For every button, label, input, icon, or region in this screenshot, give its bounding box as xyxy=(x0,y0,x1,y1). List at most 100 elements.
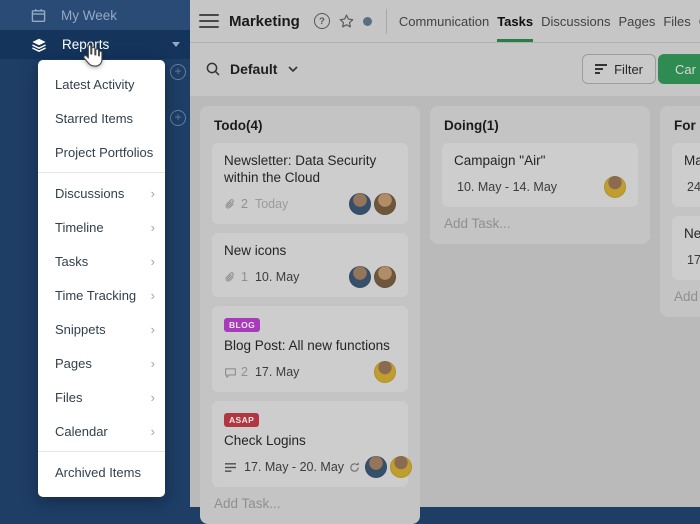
avatar[interactable] xyxy=(349,193,371,215)
sidebar-item-label: Reports xyxy=(62,37,110,52)
task-card[interactable]: Newsletter: Data Security within the Clo… xyxy=(212,143,408,224)
main-content: Marketing ? Communication Tasks Discussion… xyxy=(190,0,700,524)
column-header: Todo(4) xyxy=(214,118,263,133)
label-pill: BLOG xyxy=(224,317,261,332)
menu-item-project-portfolios[interactable]: Project Portfolios xyxy=(38,135,165,169)
chevron-down-icon xyxy=(172,42,180,47)
task-meta: 2 17. May xyxy=(224,361,396,383)
task-card[interactable]: Campaign "Air" 10. May - 14. May xyxy=(442,143,638,207)
assignee-avatars xyxy=(365,456,413,478)
card-view-button[interactable]: Car xyxy=(658,54,700,84)
sidebar-item-my-week[interactable]: My Week xyxy=(0,0,190,30)
add-task-button[interactable]: Add Task... xyxy=(214,496,408,511)
task-title: New icons xyxy=(224,243,287,258)
toolbar: Default Filter Car xyxy=(190,43,700,95)
avatar[interactable] xyxy=(374,361,396,383)
menu-item-latest-activity[interactable]: Latest Activity xyxy=(38,67,165,101)
avatar[interactable] xyxy=(374,193,396,215)
tab-tasks[interactable]: Tasks xyxy=(497,0,533,42)
due-date: 17. May - 20. May xyxy=(244,460,345,474)
help-icon[interactable]: ? xyxy=(313,13,330,29)
attachment-count: 2 xyxy=(241,365,248,379)
task-meta: 17. May - 20. May xyxy=(224,456,413,478)
project-color-dot xyxy=(362,16,372,26)
avatar[interactable] xyxy=(390,456,413,478)
menu-item-label: Latest Activity xyxy=(55,76,135,92)
assignee-avatars xyxy=(349,266,396,288)
task-card[interactable]: New 17. M xyxy=(672,216,700,280)
reports-menu: Latest Activity Starred Items Project Port… xyxy=(38,60,165,497)
due-date: 17. M xyxy=(687,253,700,267)
calendar-icon xyxy=(31,8,46,23)
column-doing-1: Doing(1) Campaign "Air" 10. May - 14. May A… xyxy=(430,106,650,244)
avatar[interactable] xyxy=(349,266,371,288)
submenu-chevron-icon: › xyxy=(150,389,155,405)
task-meta: 1 10. May xyxy=(224,266,396,288)
search-icon[interactable] xyxy=(205,61,221,77)
menu-item-label: Timeline xyxy=(55,219,104,235)
attachment-count: 1 xyxy=(241,270,248,284)
reports-layers-icon xyxy=(31,38,47,52)
tabs: CommunicationTasksDiscussionsPagesFilesC… xyxy=(399,0,700,42)
sidebar-item-reports[interactable]: Reports xyxy=(0,30,190,59)
menu-item-tasks[interactable]: Tasks › xyxy=(38,244,165,278)
menu-item-time-tracking[interactable]: Time Tracking › xyxy=(38,278,165,312)
task-meta: 2 Today xyxy=(224,193,396,215)
chevron-down-icon[interactable] xyxy=(288,66,299,72)
paperclip-icon xyxy=(224,271,237,284)
task-card[interactable]: ASAP Check Logins 17. May - 20. May xyxy=(212,401,413,487)
menu-item-label: Project Portfolios xyxy=(55,144,154,160)
task-title: Campaign "Air" xyxy=(454,153,546,168)
due-date: 10. May xyxy=(254,270,300,284)
paperclip-icon xyxy=(224,198,237,211)
assignee-avatars xyxy=(374,361,396,383)
menu-item-label: Snippets xyxy=(55,321,106,337)
due-date: 24. M xyxy=(687,180,700,194)
menu-item-timeline[interactable]: Timeline › xyxy=(38,210,165,244)
tab-discussions[interactable]: Discussions xyxy=(541,0,610,42)
tab-files[interactable]: Files xyxy=(663,0,690,42)
tab-communication[interactable]: Communication xyxy=(399,0,489,42)
avatar[interactable] xyxy=(604,176,626,198)
tab-pages[interactable]: Pages xyxy=(618,0,655,42)
task-title: New xyxy=(684,226,700,241)
filter-button[interactable]: Filter xyxy=(582,54,656,84)
menu-item-label: Files xyxy=(55,389,83,405)
task-title: Blog Post: All new functions xyxy=(224,338,390,353)
column-for-ap: For ap Mark 24. M New 17. M Add T xyxy=(660,106,700,317)
menu-item-calendar[interactable]: Calendar › xyxy=(38,414,165,448)
recurring-icon xyxy=(348,461,361,474)
star-icon[interactable] xyxy=(338,13,355,30)
task-card[interactable]: Mark 24. M xyxy=(672,143,700,207)
sidebar-toggle-icon[interactable] xyxy=(199,14,219,28)
menu-item-archived-items[interactable]: Archived Items xyxy=(38,455,165,489)
menu-item-discussions[interactable]: Discussions › xyxy=(38,176,165,210)
task-card[interactable]: New icons 1 10. May xyxy=(212,233,408,297)
menu-item-files[interactable]: Files › xyxy=(38,380,165,414)
avatar[interactable] xyxy=(365,456,388,478)
submenu-chevron-icon: › xyxy=(150,185,155,201)
menu-item-pages[interactable]: Pages › xyxy=(38,346,165,380)
column-todo-4: Todo(4) Newsletter: Data Security within … xyxy=(200,106,420,524)
task-card[interactable]: BLOG Blog Post: All new functions 2 17. May xyxy=(212,306,408,392)
add-task-button[interactable]: Add Task... xyxy=(444,216,638,231)
project-header: Marketing ? Communication Tasks Discussion… xyxy=(190,0,700,43)
attachment-count: 2 xyxy=(241,197,248,211)
avatar[interactable] xyxy=(374,266,396,288)
menu-item-label: Archived Items xyxy=(55,464,141,480)
assignee-avatars xyxy=(349,193,396,215)
sidebar: My Week Reports + + Latest Activity Starr… xyxy=(0,0,190,507)
menu-item-snippets[interactable]: Snippets › xyxy=(38,312,165,346)
add-project-button[interactable]: + xyxy=(170,110,186,126)
view-selector[interactable]: Default xyxy=(230,61,277,77)
menu-item-label: Tasks xyxy=(55,253,89,269)
task-title: Check Logins xyxy=(224,433,306,448)
due-date: 17. May xyxy=(254,365,300,379)
notes-icon xyxy=(224,462,237,473)
submenu-chevron-icon: › xyxy=(150,321,155,337)
menu-item-starred-items[interactable]: Starred Items xyxy=(38,101,165,135)
menu-item-label: Starred Items xyxy=(55,110,134,126)
add-task-button[interactable]: Add T xyxy=(674,289,700,304)
add-project-button[interactable]: + xyxy=(170,64,186,80)
column-header: Doing(1) xyxy=(444,118,499,133)
